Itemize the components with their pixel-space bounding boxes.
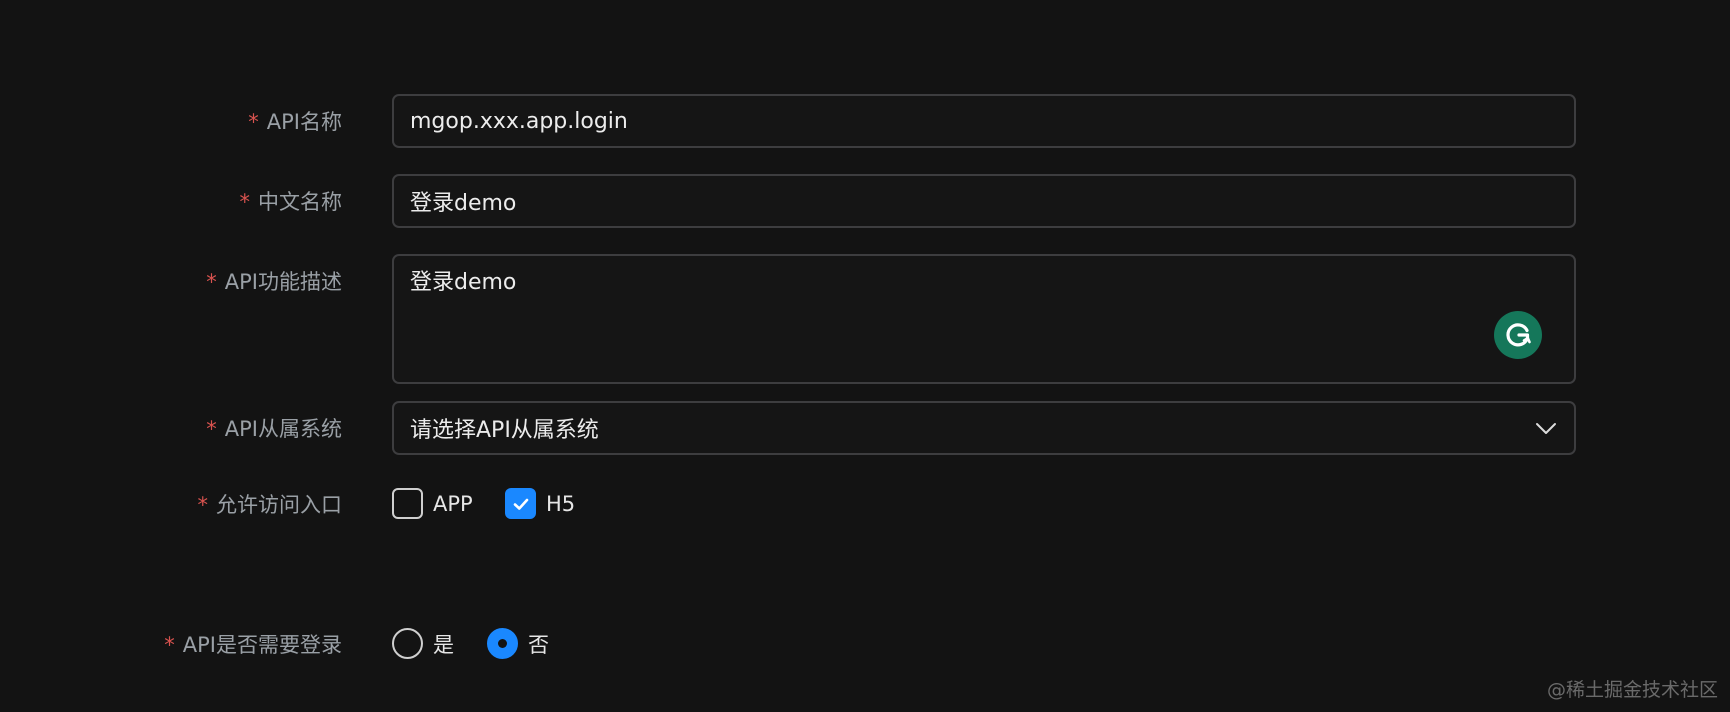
radio-yes-label: 是: [433, 632, 454, 657]
description-textarea[interactable]: 登录demo: [392, 254, 1576, 384]
api-form: * API名称 mgop.xxx.app.login * 中文名称 登录demo *…: [0, 0, 1730, 712]
required-mark: *: [239, 190, 251, 214]
radio-yes[interactable]: 是: [392, 628, 454, 659]
cn-name-label: * 中文名称: [239, 190, 343, 214]
login-required-label: * API是否需要登录: [164, 633, 342, 657]
access-label: * 允许访问入口: [197, 493, 343, 517]
row-login-required: * API是否需要登录 是 否: [0, 626, 1730, 662]
checkbox-app[interactable]: APP: [392, 488, 473, 519]
api-name-label: * API名称: [248, 110, 342, 134]
system-placeholder: 请选择API从属系统: [410, 418, 599, 443]
chevron-down-icon: [1534, 417, 1558, 447]
row-api-name: * API名称 mgop.xxx.app.login: [0, 94, 1730, 148]
cn-name-value: 登录demo: [410, 191, 517, 216]
system-label: * API从属系统: [206, 417, 342, 441]
required-mark: *: [206, 417, 217, 441]
checkmark-icon: [513, 498, 528, 510]
required-mark: *: [206, 270, 217, 294]
row-cn-name: * 中文名称 登录demo: [0, 174, 1730, 228]
required-mark: *: [248, 110, 259, 134]
required-mark: *: [197, 493, 209, 517]
radio-no-circle[interactable]: [487, 628, 518, 659]
cn-name-input[interactable]: 登录demo: [392, 174, 1576, 228]
required-mark: *: [164, 633, 175, 657]
row-system: * API从属系统 请选择API从属系统: [0, 401, 1730, 455]
api-name-input[interactable]: mgop.xxx.app.login: [392, 94, 1576, 148]
api-name-value: mgop.xxx.app.login: [410, 108, 628, 134]
checkbox-h5[interactable]: H5: [505, 488, 575, 519]
checkbox-app-box[interactable]: [392, 488, 423, 519]
row-description: * API功能描述 登录demo: [0, 254, 1730, 384]
grammarly-icon[interactable]: [1494, 311, 1542, 359]
checkbox-h5-box[interactable]: [505, 488, 536, 519]
radio-dot: [498, 639, 507, 648]
description-value: 登录demo: [410, 270, 517, 295]
checkbox-app-label: APP: [433, 491, 473, 516]
row-access: * 允许访问入口 APP H5: [0, 486, 1730, 522]
description-label: * API功能描述: [206, 270, 342, 294]
watermark: @稀土掘金技术社区: [1546, 679, 1718, 701]
radio-yes-circle[interactable]: [392, 628, 423, 659]
checkbox-h5-label: H5: [546, 491, 576, 516]
system-select[interactable]: 请选择API从属系统: [392, 401, 1576, 455]
radio-no-label: 否: [528, 632, 549, 657]
radio-no[interactable]: 否: [487, 628, 549, 659]
